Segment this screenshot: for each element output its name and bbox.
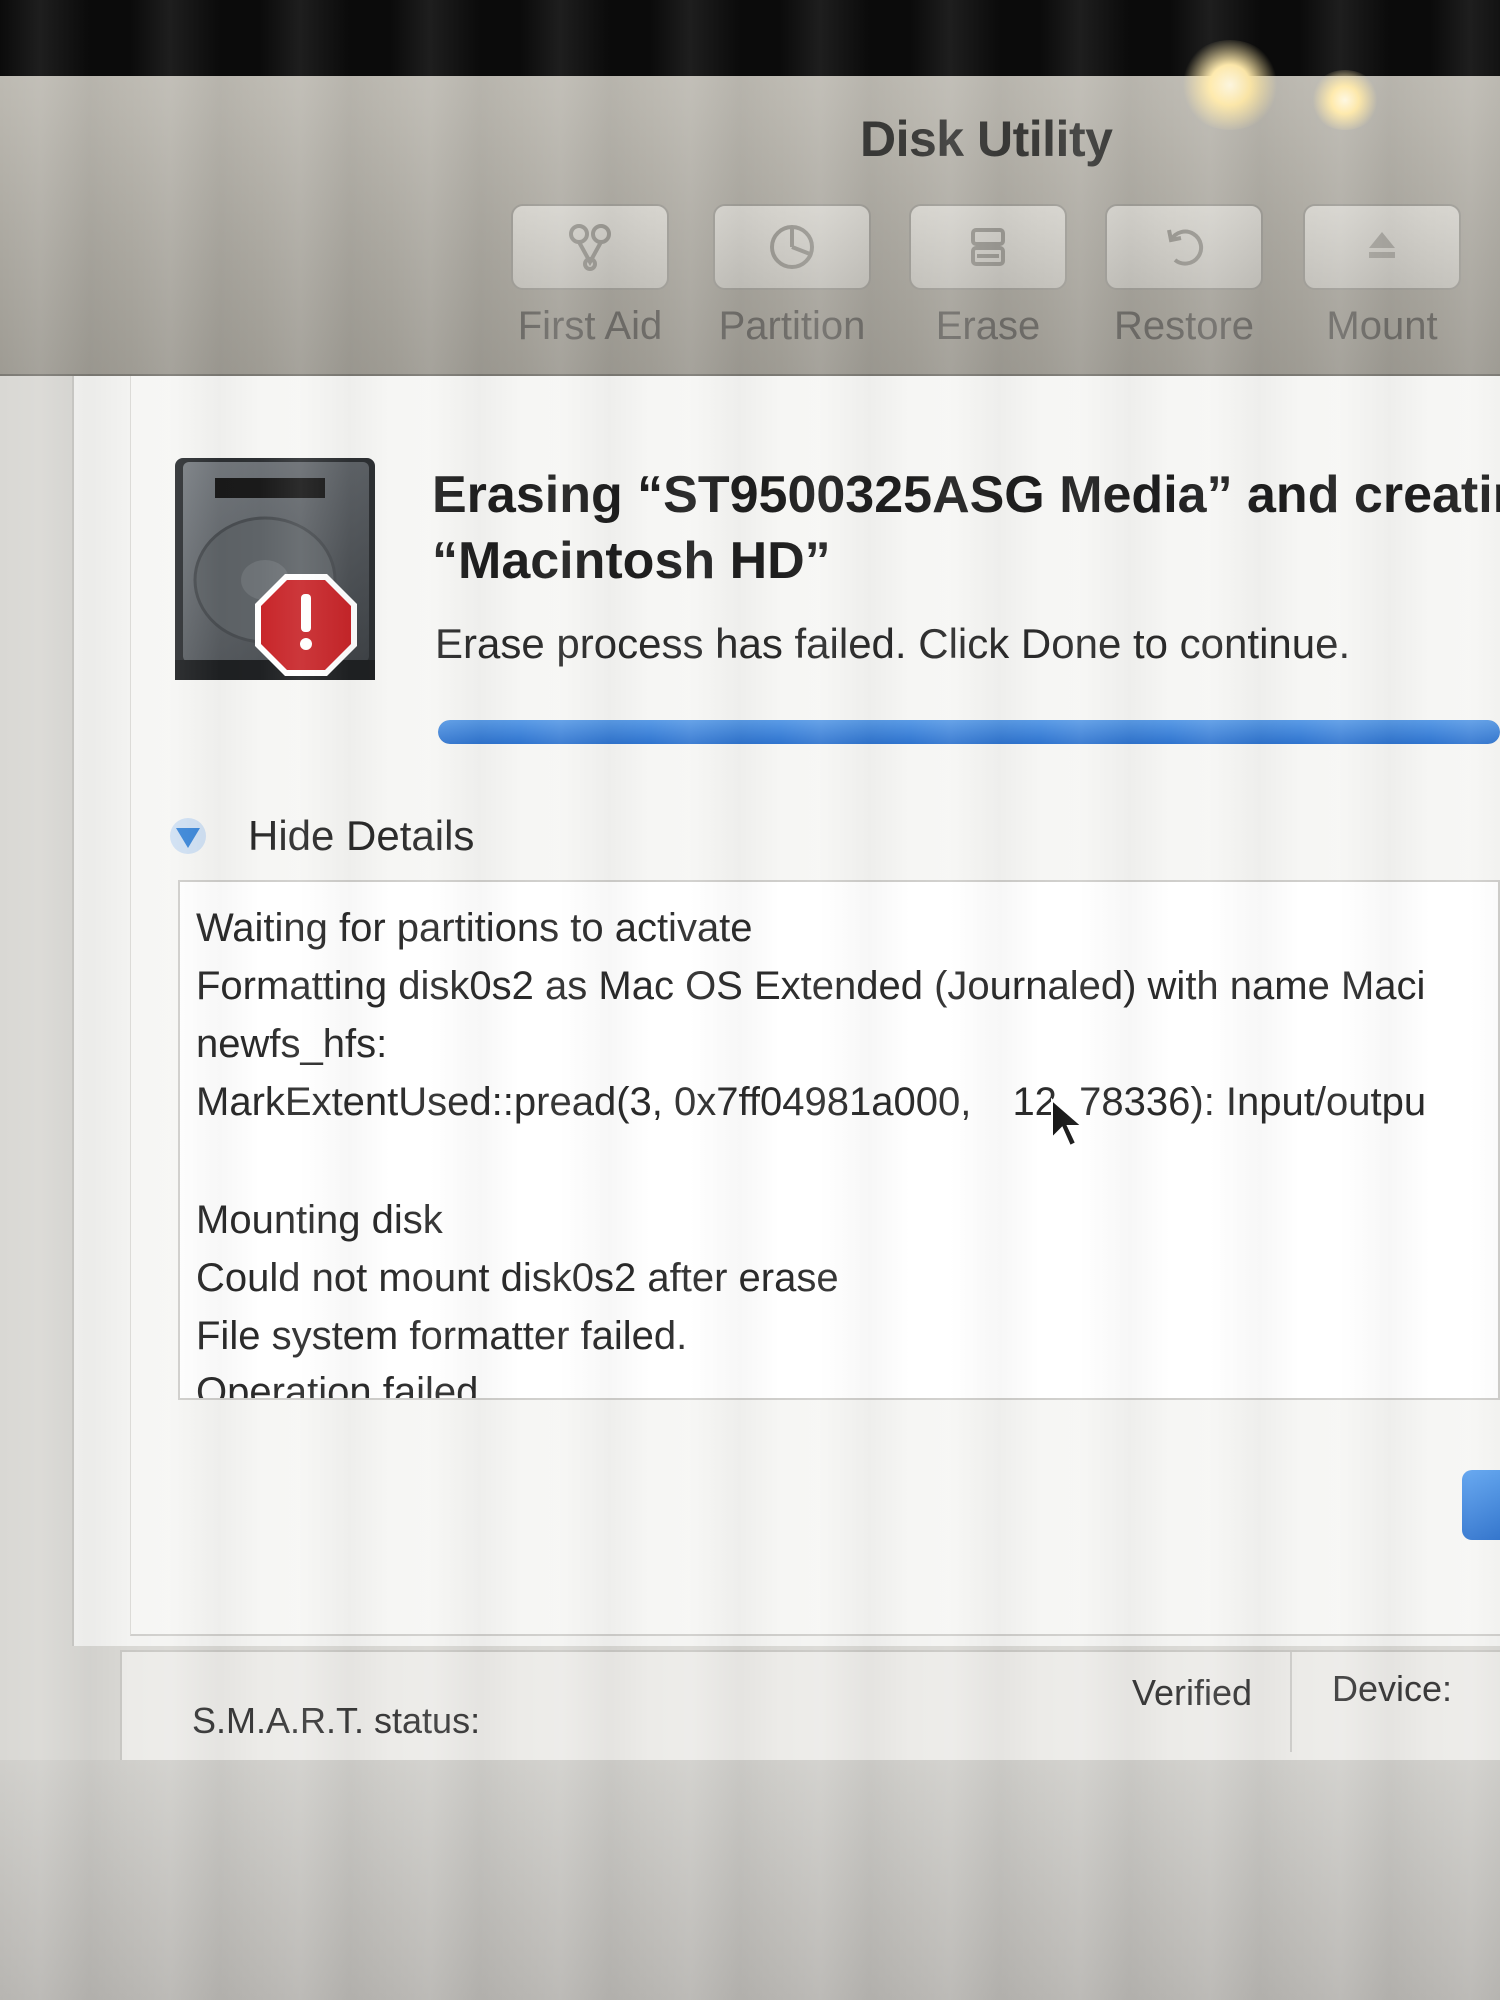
hide-details-toggle[interactable]: Hide Details xyxy=(168,812,474,860)
first-aid-label: First Aid xyxy=(517,304,663,348)
restore-label: Restore xyxy=(1113,304,1255,348)
mount-eject-icon xyxy=(1303,204,1461,290)
log-line: Waiting for partitions to activate xyxy=(196,906,753,950)
window-bottom xyxy=(0,1760,1500,2000)
light-glare xyxy=(1310,70,1380,130)
log-line: Mounting disk xyxy=(196,1198,443,1242)
restore-arrow-icon xyxy=(1105,204,1263,290)
erase-button[interactable]: Erase xyxy=(908,204,1068,374)
title-bar: Disk Utility First Aid Partition Erase R… xyxy=(0,76,1500,376)
window-title: Disk Utility xyxy=(860,111,1113,167)
partition-pie-icon xyxy=(713,204,871,290)
light-glare xyxy=(1180,40,1280,130)
restore-button[interactable]: Restore xyxy=(1104,204,1264,374)
progress-bar xyxy=(438,720,1500,744)
log-line: File system formatter failed. xyxy=(196,1314,688,1358)
log-line: Could not mount disk0s2 after erase xyxy=(196,1256,839,1300)
heading-line-2: “Macintosh HD” xyxy=(432,532,831,590)
mount-label: Mount xyxy=(1326,304,1438,348)
partition-button[interactable]: Partition xyxy=(712,204,872,374)
log-line-part-a: MarkExtentUsed::pread(3, 0x7ff04981a000, xyxy=(196,1080,983,1124)
erase-heading: Erasing “ST9500325ASG Media” and creatin… xyxy=(432,462,1500,594)
details-log[interactable]: Waiting for partitions to activate Forma… xyxy=(178,880,1500,1400)
mouse-pointer-icon xyxy=(1051,1098,1084,1148)
stethoscope-icon xyxy=(511,204,669,290)
hide-details-label: Hide Details xyxy=(248,812,475,859)
smart-status-value: Verified xyxy=(1132,1672,1253,1713)
log-line: Operation failed... xyxy=(196,1370,512,1400)
partition-label: Partition xyxy=(718,304,866,348)
first-aid-button[interactable]: First Aid xyxy=(510,204,670,374)
error-message: Erase process has failed. Click Done to … xyxy=(435,620,1351,667)
mount-button[interactable]: Mount xyxy=(1302,204,1462,374)
erase-disk-icon xyxy=(909,204,1067,290)
log-line-partial xyxy=(196,882,207,909)
triangle-down-icon xyxy=(170,818,206,854)
log-line: newfs_hfs: xyxy=(196,1022,388,1066)
progress-fill xyxy=(438,720,1500,744)
log-line: Formatting disk0s2 as Mac OS Extended (J… xyxy=(196,964,1426,1008)
log-line: MarkExtentUsed::pread(3, 0x7ff04981a000,… xyxy=(196,1080,1426,1125)
status-divider xyxy=(1290,1652,1292,1752)
erase-label: Erase xyxy=(935,304,1041,348)
status-bar: S.M.A.R.T. status: Verified Device: xyxy=(120,1650,1500,1760)
heading-line-1: Erasing “ST9500325ASG Media” and creatin xyxy=(432,466,1500,524)
screen: Disk Utility First Aid Partition Erase R… xyxy=(0,0,1500,2000)
device-label: Device: xyxy=(1332,1668,1453,1709)
error-stop-icon xyxy=(255,574,357,676)
smart-status-label: S.M.A.R.T. status: xyxy=(192,1700,481,1741)
hard-disk-icon xyxy=(175,458,375,680)
done-button[interactable] xyxy=(1462,1470,1500,1540)
